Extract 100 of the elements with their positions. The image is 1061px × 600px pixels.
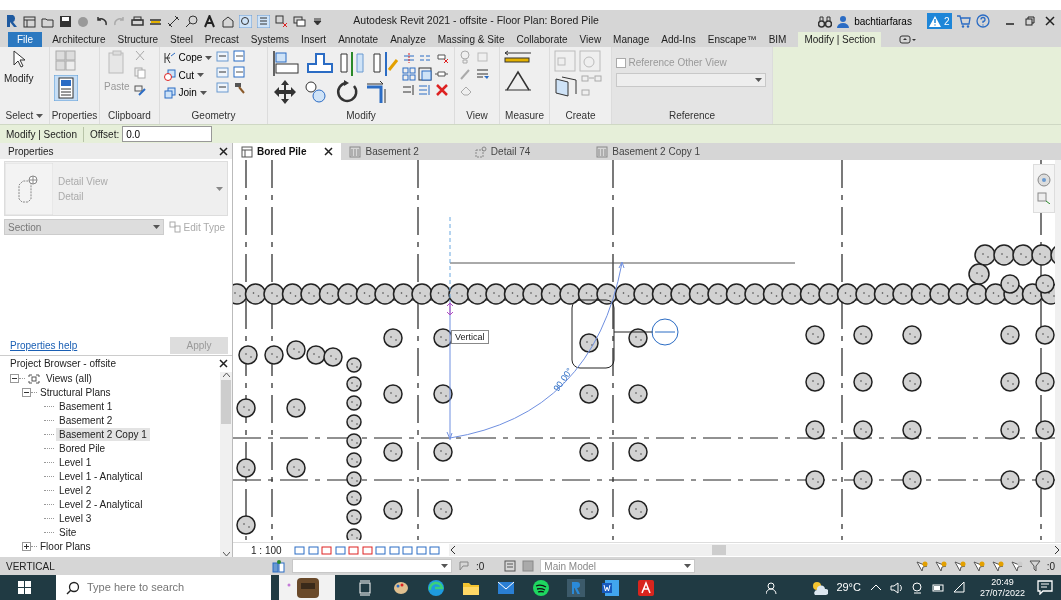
- tree-item[interactable]: Level 1 - Analytical: [56, 470, 146, 483]
- tree-item[interactable]: Structural Plans: [37, 386, 114, 399]
- tree-item[interactable]: Level 3: [56, 512, 95, 525]
- properties-icon[interactable]: [54, 74, 78, 101]
- view-scale[interactable]: 1 : 100: [251, 542, 282, 558]
- tree-item[interactable]: Level 2 - Analytical: [56, 498, 146, 511]
- linework-icon[interactable]: [476, 66, 489, 81]
- offset-icon[interactable]: [305, 50, 333, 76]
- document-tab[interactable]: Basement 2: [341, 143, 427, 160]
- panel-toggle-icon[interactable]: [899, 34, 918, 45]
- steering-wheel-icon[interactable]: [1037, 173, 1051, 187]
- section-marker[interactable]: [571, 299, 679, 369]
- alerts-button[interactable]: 2: [926, 13, 952, 29]
- close-hidden-icon[interactable]: [275, 14, 288, 28]
- acrobat-icon[interactable]: [637, 578, 655, 597]
- tree-item[interactable]: Basement 2 Copy 1: [56, 428, 150, 441]
- user-menu[interactable]: bachtiarfaras: [854, 13, 912, 29]
- navigation-bar[interactable]: [1033, 164, 1055, 213]
- cart-icon[interactable]: [957, 14, 971, 28]
- trim-single-icon[interactable]: [401, 83, 416, 97]
- document-tab[interactable]: Basement 2 Copy 1: [588, 143, 709, 160]
- ribbon-tab[interactable]: Modify | Section: [798, 32, 882, 47]
- close-icon[interactable]: [1045, 16, 1055, 26]
- ribbon-tab[interactable]: Precast: [198, 32, 245, 47]
- app-logo-icon[interactable]: [6, 14, 18, 28]
- ribbon-tab[interactable]: Massing & Site: [431, 32, 511, 47]
- tree-item[interactable]: Basement 2: [56, 414, 116, 427]
- geometry-tool[interactable]: Cope: [178, 50, 213, 65]
- news-widget-icon[interactable]: [279, 575, 335, 600]
- section-icon[interactable]: [239, 14, 252, 28]
- search-field[interactable]: Type here to search: [85, 578, 255, 597]
- house-icon[interactable]: [221, 14, 234, 28]
- select-by-face-icon[interactable]: [971, 559, 985, 573]
- tree-item[interactable]: Level 1: [56, 456, 95, 469]
- drag-elements-icon[interactable]: [990, 559, 1004, 573]
- array-icon[interactable]: [401, 66, 416, 81]
- speaker-icon[interactable]: [889, 581, 903, 594]
- select-menu[interactable]: Select: [0, 108, 49, 124]
- document-tab[interactable]: Detail 74: [466, 143, 539, 160]
- scrollbar[interactable]: [1055, 160, 1061, 542]
- battery-icon[interactable]: [931, 581, 945, 594]
- ribbon-tab[interactable]: View: [573, 32, 608, 47]
- tape-measure-icon[interactable]: [504, 50, 532, 64]
- mirror-axis-icon[interactable]: [338, 50, 366, 76]
- revit-app-icon[interactable]: [567, 578, 585, 597]
- text-icon[interactable]: [203, 14, 216, 28]
- weather-icon[interactable]: [810, 579, 829, 596]
- restore-icon[interactable]: [1025, 16, 1035, 26]
- filter-icon[interactable]: [1028, 560, 1041, 572]
- ribbon-tab[interactable]: Structure: [111, 32, 165, 47]
- binoculars-icon[interactable]: [818, 14, 833, 28]
- window-icon[interactable]: [23, 14, 36, 28]
- delete-icon[interactable]: [434, 83, 449, 97]
- ribbon-tab[interactable]: File: [8, 32, 43, 47]
- scroll-down-icon[interactable]: [222, 551, 230, 557]
- tree-item[interactable]: Bored Pile: [56, 442, 109, 455]
- offset-field[interactable]: 0.0: [122, 126, 213, 142]
- scale-icon[interactable]: [418, 66, 432, 81]
- join-icon[interactable]: [164, 86, 176, 99]
- ribbon-tab[interactable]: Manage: [607, 32, 656, 47]
- scroll-left-icon[interactable]: [448, 546, 457, 554]
- thin-lines-icon[interactable]: [257, 14, 270, 28]
- copy-tool-icon[interactable]: [303, 78, 329, 105]
- split-icon[interactable]: [401, 50, 416, 64]
- ribbon-tab[interactable]: BIM: [762, 32, 793, 47]
- ribbon-tab[interactable]: Collaborate: [510, 32, 574, 47]
- rotate-icon[interactable]: [334, 78, 360, 105]
- browser-icon[interactable]: [427, 578, 445, 597]
- select-links-icon[interactable]: [914, 559, 928, 573]
- tree-toggle-icon[interactable]: [22, 388, 31, 397]
- print-icon[interactable]: [131, 14, 144, 28]
- undo-icon[interactable]: [95, 14, 108, 28]
- cut-icon[interactable]: [164, 69, 176, 81]
- ribbon-tab[interactable]: Enscape™: [701, 32, 763, 47]
- scrollbar[interactable]: [220, 371, 232, 557]
- instance-selector[interactable]: Section: [4, 219, 164, 235]
- align-icon[interactable]: [272, 50, 300, 76]
- scrollbar[interactable]: [448, 544, 1061, 556]
- save-icon[interactable]: [59, 14, 72, 28]
- close-icon[interactable]: [219, 359, 228, 368]
- properties-help-link[interactable]: Properties help: [10, 337, 78, 353]
- control-arrow-icon[interactable]: [446, 302, 454, 316]
- select-underlay-icon[interactable]: [933, 559, 947, 573]
- ribbon-tab[interactable]: Steel: [164, 32, 199, 47]
- tree-item[interactable]: Views (all): [43, 372, 95, 385]
- cursor-icon[interactable]: [11, 50, 26, 68]
- ribbon-tab[interactable]: Insert: [295, 32, 333, 47]
- tree-toggle-icon[interactable]: [10, 374, 19, 383]
- ribbon-tab[interactable]: Systems: [244, 32, 296, 47]
- document-tab[interactable]: Bored Pile: [233, 143, 342, 160]
- dimension-icon[interactable]: [167, 14, 180, 28]
- ribbon-tab[interactable]: Add-Ins: [655, 32, 702, 47]
- close-icon[interactable]: [324, 147, 334, 156]
- tree-item[interactable]: Level 2: [56, 484, 95, 497]
- worksets-icon[interactable]: [272, 559, 286, 573]
- tree-toggle-icon[interactable]: [22, 542, 31, 551]
- ribbon-tab[interactable]: Analyze: [384, 32, 432, 47]
- demolish-icon[interactable]: [233, 81, 247, 94]
- geometry-tool[interactable]: Join: [178, 85, 207, 100]
- scroll-right-icon[interactable]: [1053, 546, 1061, 554]
